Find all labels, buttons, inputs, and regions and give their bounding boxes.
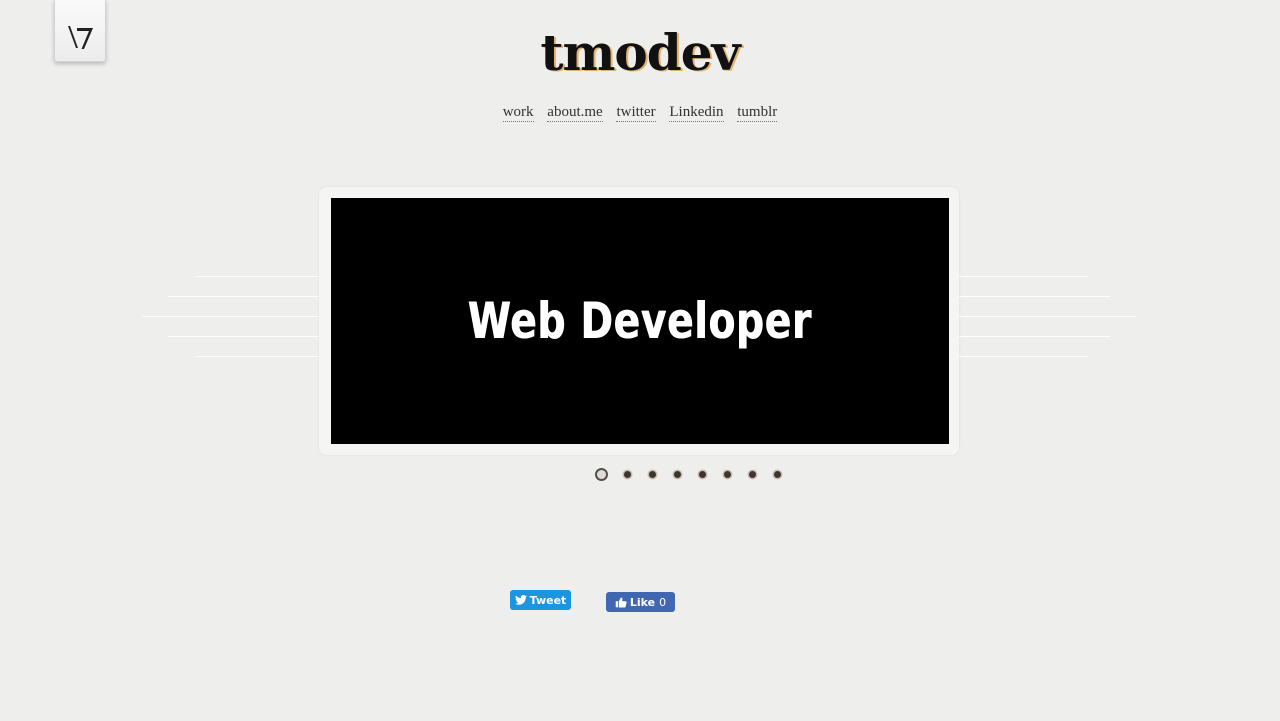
slide-caption: Web Developer [467, 292, 813, 350]
slider-dot-8[interactable] [774, 471, 781, 478]
slider-pagination [596, 469, 799, 479]
tweet-button[interactable]: Tweet [510, 590, 571, 610]
like-label: Like [629, 595, 656, 609]
nav-link-linkedin[interactable]: Linkedin [669, 104, 724, 122]
facebook-like-button[interactable]: Like 0 [606, 592, 675, 612]
slider-dot-3[interactable] [649, 471, 656, 478]
slider-frame: Web Developer [319, 187, 959, 455]
slider-dot-2[interactable] [624, 471, 631, 478]
nav-link-work[interactable]: work [502, 104, 534, 122]
nav-link-about-me[interactable]: about.me [547, 104, 603, 122]
slider-dot-5[interactable] [699, 471, 706, 478]
slide-image[interactable]: Web Developer [331, 198, 949, 444]
slider-dot-6[interactable] [724, 471, 731, 478]
main-nav: work about.me twitter Linkedin tumblr [0, 104, 1280, 122]
tweet-label: Tweet [529, 593, 567, 607]
nav-link-twitter[interactable]: twitter [616, 104, 656, 122]
like-count: 0 [659, 595, 667, 609]
nav-link-tumblr[interactable]: tumblr [737, 104, 778, 122]
slider-dot-1[interactable] [597, 470, 606, 479]
thumbs-up-icon [615, 597, 627, 608]
twitter-bird-icon [514, 595, 527, 605]
slider-dot-7[interactable] [749, 471, 756, 478]
site-title[interactable]: tmodev [0, 22, 1280, 84]
slider-dot-4[interactable] [674, 471, 681, 478]
